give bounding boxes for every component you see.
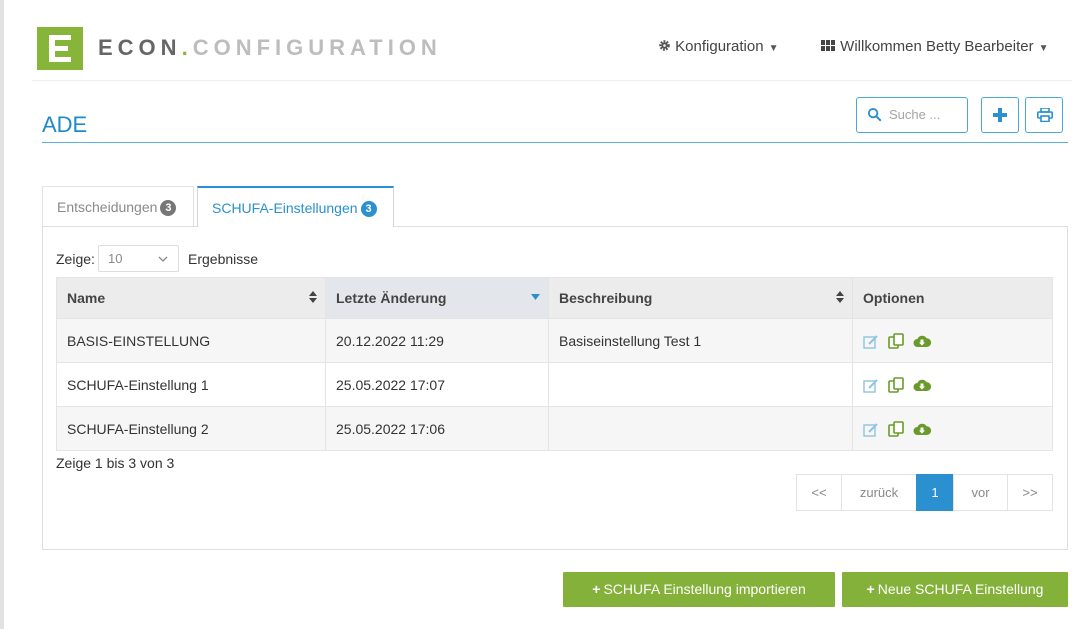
- settings-table: Name Letzte Änderung Beschreibung Option…: [56, 277, 1053, 451]
- import-schufa-button[interactable]: + SCHUFA Einstellung importieren: [563, 572, 835, 607]
- page-title: ADE: [42, 112, 88, 137]
- grid-icon: [821, 40, 835, 51]
- econ-logo: [37, 27, 83, 70]
- tab-label: Entscheidungen: [57, 199, 158, 215]
- pagination-first[interactable]: <<: [796, 474, 842, 511]
- header-divider: [32, 80, 1072, 81]
- tab-entscheidungen[interactable]: Entscheidungen 3: [42, 186, 194, 226]
- page-length-select[interactable]: 10: [98, 245, 179, 272]
- cell-date: 20.12.2022 11:29: [325, 318, 549, 363]
- cell-name: BASIS-EINSTELLUNG: [56, 318, 326, 363]
- cell-date: 25.05.2022 17:07: [325, 362, 549, 407]
- user-menu[interactable]: Willkommen Betty Bearbeiter ▼: [821, 38, 1048, 55]
- table-row: BASIS-EINSTELLUNG 20.12.2022 11:29 Basis…: [56, 318, 1053, 363]
- import-label: SCHUFA Einstellung importieren: [603, 581, 806, 597]
- chevron-down-icon: [158, 256, 168, 262]
- cell-options: [852, 318, 1053, 363]
- column-label: Letzte Änderung: [336, 290, 447, 306]
- column-label: Beschreibung: [559, 290, 653, 306]
- copy-icon[interactable]: [888, 421, 904, 437]
- cell-options: [852, 362, 1053, 407]
- column-header-date[interactable]: Letzte Änderung: [325, 277, 549, 319]
- plus-icon: +: [866, 581, 875, 597]
- search-icon: [867, 107, 882, 122]
- print-button[interactable]: [1025, 97, 1063, 133]
- cell-description: [548, 362, 853, 407]
- new-schufa-button[interactable]: + Neue SCHUFA Einstellung: [842, 572, 1068, 607]
- length-suffix: Ergebnisse: [188, 251, 259, 267]
- cell-name: SCHUFA-Einstellung 1: [56, 362, 326, 407]
- chevron-down-icon: ▼: [1038, 43, 1049, 54]
- sort-both-icon: [309, 291, 317, 303]
- chevron-down-icon: ▼: [768, 43, 779, 54]
- pagination-previous[interactable]: zurück: [841, 474, 917, 511]
- gear-icon: [659, 40, 670, 51]
- pagination-last[interactable]: >>: [1007, 474, 1053, 511]
- brand-name: ECON.CONFIGURATION: [98, 35, 442, 61]
- print-icon: [1037, 108, 1053, 122]
- sort-both-icon: [836, 291, 844, 303]
- brand-part-2: CONFIGURATION: [192, 35, 442, 60]
- count-badge: 3: [160, 200, 177, 216]
- pagination-page-1[interactable]: 1: [916, 474, 954, 511]
- sort-desc-icon: [531, 294, 540, 300]
- page-length-value: 10: [108, 251, 123, 266]
- length-prefix: Zeige:: [56, 251, 95, 267]
- table-header-row: Name Letzte Änderung Beschreibung Option…: [56, 277, 1053, 319]
- add-button[interactable]: [981, 97, 1019, 133]
- user-label: Willkommen Betty Bearbeiter: [840, 38, 1034, 55]
- window-edge: [0, 0, 4, 629]
- plus-icon: +: [592, 581, 601, 597]
- copy-icon[interactable]: [888, 333, 904, 349]
- pagination-next[interactable]: vor: [953, 474, 1008, 511]
- cloud-download-icon[interactable]: [913, 378, 931, 392]
- column-header-options: Optionen: [852, 277, 1053, 319]
- title-divider: [42, 142, 1068, 143]
- cell-date: 25.05.2022 17:06: [325, 406, 549, 451]
- brand-dot: .: [181, 35, 193, 60]
- edit-icon[interactable]: [863, 378, 879, 393]
- cell-name: SCHUFA-Einstellung 2: [56, 406, 326, 451]
- copy-icon[interactable]: [888, 377, 904, 393]
- cell-description: [548, 406, 853, 451]
- column-label: Name: [67, 290, 106, 306]
- tab-label: SCHUFA-Einstellungen: [212, 200, 358, 216]
- table-row: SCHUFA-Einstellung 2 25.05.2022 17:06: [56, 406, 1053, 451]
- column-header-description[interactable]: Beschreibung: [548, 277, 853, 319]
- cell-description: Basiseinstellung Test 1: [548, 318, 853, 363]
- konfiguration-label: Konfiguration: [675, 38, 764, 55]
- count-badge: 3: [360, 201, 377, 217]
- search-box[interactable]: [856, 97, 968, 133]
- table-row: SCHUFA-Einstellung 1 25.05.2022 17:07: [56, 362, 1053, 407]
- new-label: Neue SCHUFA Einstellung: [877, 581, 1044, 597]
- search-input[interactable]: [887, 106, 967, 123]
- column-header-name[interactable]: Name: [56, 277, 326, 319]
- cloud-download-icon[interactable]: [913, 422, 931, 436]
- cloud-download-icon[interactable]: [913, 334, 931, 348]
- brand-part-1: ECON: [98, 35, 182, 60]
- table-info: Zeige 1 bis 3 von 3: [56, 455, 175, 471]
- tab-schufa-einstellungen[interactable]: SCHUFA-Einstellungen 3: [197, 186, 394, 227]
- column-label: Optionen: [863, 290, 925, 306]
- cell-options: [852, 406, 1053, 451]
- plus-icon: [993, 108, 1007, 122]
- edit-icon[interactable]: [863, 334, 879, 349]
- edit-icon[interactable]: [863, 422, 879, 437]
- konfiguration-menu[interactable]: Konfiguration ▼: [658, 38, 778, 55]
